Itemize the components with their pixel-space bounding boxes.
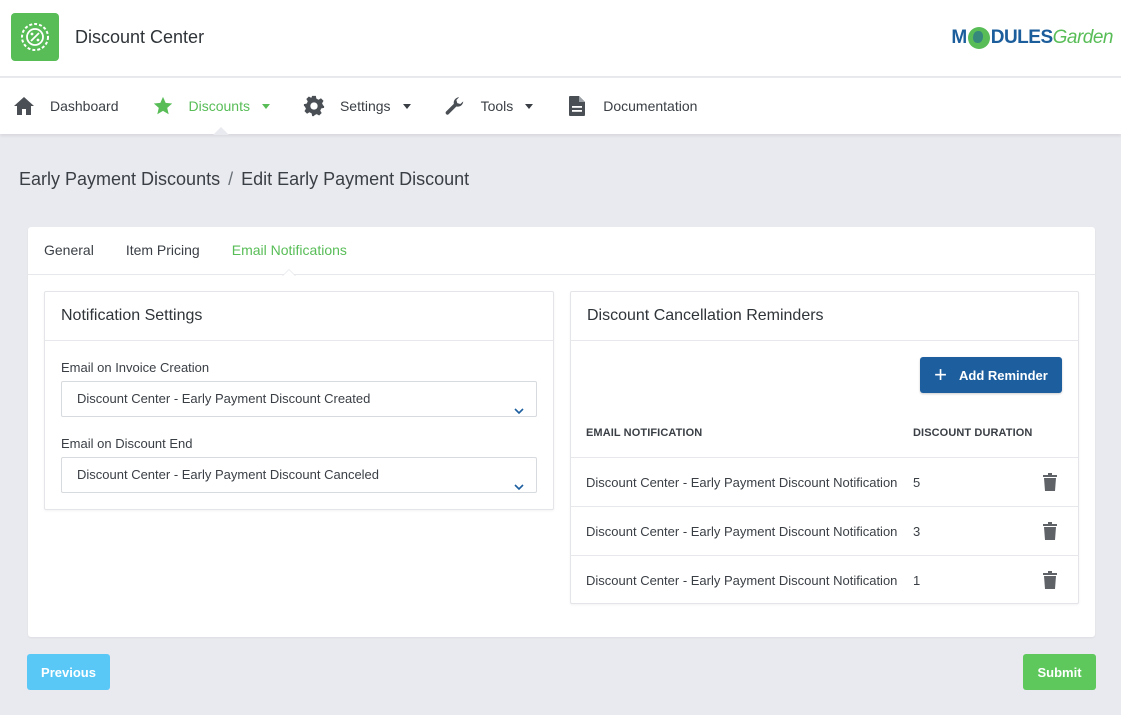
app-logo-icon[interactable] [11,13,59,61]
invoice-creation-value: Discount Center - Early Payment Discount… [77,391,371,406]
nav-label-dashboard: Dashboard [50,98,119,114]
breadcrumb: Early Payment Discounts / Edit Early Payme… [19,169,469,190]
discount-end-value: Discount Center - Early Payment Discount… [77,467,380,482]
globe-icon [967,27,990,49]
panel-title: Discount Cancellation Reminders [571,292,1078,341]
nav-label-discounts: Discounts [188,98,250,114]
submit-button[interactable]: Submit [1023,654,1096,690]
gear-icon [302,94,326,118]
row-notification: Discount Center - Early Payment Discount… [586,524,898,539]
breadcrumb-separator: / [228,169,234,189]
chevron-down-icon [514,394,524,428]
nav-item-discounts[interactable]: Discounts [151,78,270,135]
table-row: Discount Center - Early Payment Discount… [571,457,1078,506]
trash-icon[interactable] [1043,571,1057,592]
main-nav: Dashboard Discounts Settings Tools Docum… [0,78,1121,135]
breadcrumb-current: Edit Early Payment Discount [241,169,470,189]
add-reminder-button[interactable]: + Add Reminder [920,357,1062,393]
tab-bar: General Item Pricing Email Notifications [28,227,1095,276]
brand-text-dules: DULES [990,27,1053,48]
cancellation-reminders-panel: Discount Cancellation Reminders + Add Re… [570,291,1079,604]
nav-label-documentation: Documentation [603,98,698,114]
home-icon [12,94,36,118]
notification-settings-panel: Notification Settings Email on Invoice C… [44,291,554,510]
row-notification: Discount Center - Early Payment Discount… [586,573,898,588]
tab-email-notifications[interactable]: Email Notifications [232,227,347,276]
discount-end-label: Email on Discount End [61,436,193,451]
nav-item-dashboard[interactable]: Dashboard [12,78,119,134]
breadcrumb-parent[interactable]: Early Payment Discounts [19,169,220,189]
table-row: Discount Center - Early Payment Discount… [571,506,1078,555]
app-title: Discount Center [75,27,205,47]
edit-discount-card: General Item Pricing Email Notifications… [28,227,1095,637]
row-duration: 5 [913,475,921,490]
chevron-down-icon [402,103,411,109]
trash-icon[interactable] [1043,522,1057,543]
discount-end-select[interactable]: Discount Center - Early Payment Discount… [61,457,537,493]
row-duration: 1 [913,573,921,588]
column-header-email-notification[interactable]: EMAIL NOTIFICATION [586,427,702,439]
nav-item-settings[interactable]: Settings [302,78,411,134]
tab-general[interactable]: General [44,227,94,275]
tab-item-pricing[interactable]: Item Pricing [126,227,200,275]
row-notification: Discount Center - Early Payment Discount… [586,475,898,490]
nav-label-settings: Settings [339,98,391,114]
row-duration: 3 [913,524,921,539]
nav-item-tools[interactable]: Tools [443,78,534,134]
invoice-creation-label: Email on Invoice Creation [61,360,210,375]
add-reminder-label: Add Reminder [959,367,1048,383]
trash-icon[interactable] [1043,473,1057,494]
previous-button[interactable]: Previous [27,654,110,690]
nav-label-tools: Tools [480,98,514,114]
chevron-down-icon [525,103,534,109]
chevron-down-icon [261,103,270,109]
panel-title: Notification Settings [45,292,553,341]
top-header: Discount Center M DULES Garden [0,0,1121,77]
plus-icon: + [934,362,947,387]
document-icon [565,94,589,118]
star-icon [151,94,175,118]
nav-item-documentation[interactable]: Documentation [565,78,697,134]
brand-text-m: M [951,27,967,48]
column-header-discount-duration[interactable]: DISCOUNT DURATION [913,427,1032,439]
wrench-icon [443,94,467,118]
brand-text-garden: Garden [1052,27,1114,48]
chevron-down-icon [514,470,524,504]
modulesgarden-logo[interactable]: M DULES Garden [951,24,1114,52]
invoice-creation-select[interactable]: Discount Center - Early Payment Discount… [61,381,537,417]
table-row: Discount Center - Early Payment Discount… [571,555,1078,604]
